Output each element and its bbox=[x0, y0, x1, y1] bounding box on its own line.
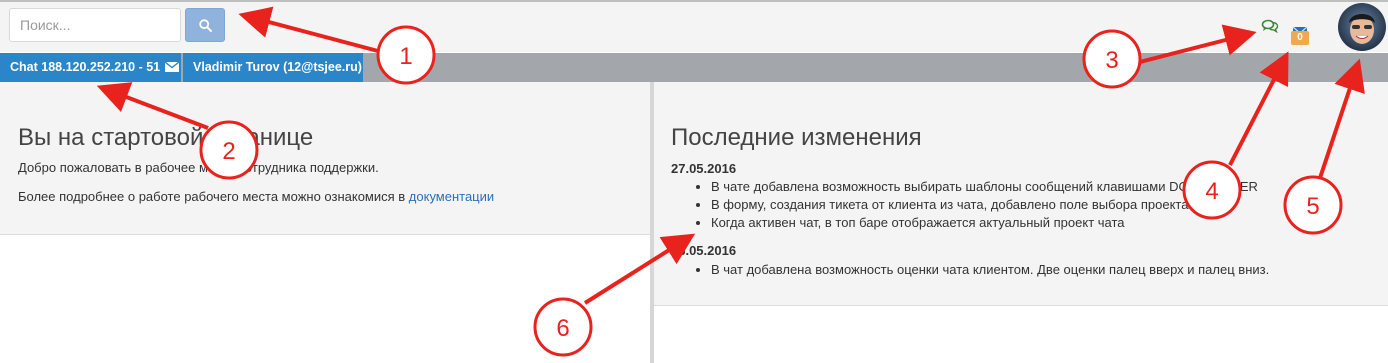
chat-bubbles-icon[interactable] bbox=[1261, 19, 1279, 33]
change-date: 27.05.2016 bbox=[671, 161, 737, 176]
change-date: 26.05.2016 bbox=[671, 243, 737, 258]
change-list: В чате добавлена возможность выбирать ша… bbox=[671, 178, 1258, 232]
list-item: В чат добавлена возможность оценки чата … bbox=[711, 261, 1269, 279]
welcome-text: Добро пожаловать в рабочее место сотрудн… bbox=[18, 160, 379, 175]
tab-user[interactable]: Vladimir Turov (12@tsjee.ru) bbox=[183, 53, 363, 82]
search-input[interactable] bbox=[9, 8, 181, 42]
search-icon bbox=[199, 19, 212, 32]
changes-title: Последние изменения bbox=[671, 124, 922, 151]
mail-count-badge: 0 bbox=[1291, 31, 1309, 45]
search-button[interactable] bbox=[185, 8, 225, 42]
change-list: В чат добавлена возможность оценки чата … bbox=[671, 261, 1269, 279]
envelope-icon bbox=[165, 61, 180, 72]
list-item: В чате добавлена возможность выбирать ша… bbox=[711, 178, 1258, 196]
docs-link[interactable]: документации bbox=[409, 189, 494, 204]
docs-text: Более подробнее о работе рабочего места … bbox=[18, 189, 494, 204]
tab-chat-label: Chat 188.120.252.210 - 51 bbox=[10, 60, 161, 74]
user-photo bbox=[1338, 3, 1386, 51]
start-panel bbox=[0, 82, 651, 235]
avatar[interactable] bbox=[1338, 3, 1386, 51]
start-title: Вы на стартовой странице bbox=[18, 124, 314, 151]
tab-chat[interactable]: Chat 188.120.252.210 - 51 bbox=[0, 53, 181, 82]
start-panel-empty bbox=[0, 235, 650, 363]
tab-user-label: Vladimir Turov (12@tsjee.ru) bbox=[193, 60, 362, 74]
list-item: Когда активен чат, в топ баре отображает… bbox=[711, 214, 1258, 232]
docs-prefix: Более подробнее о работе рабочего места … bbox=[18, 189, 409, 204]
list-item: В форму, создания тикета от клиента из ч… bbox=[711, 196, 1258, 214]
